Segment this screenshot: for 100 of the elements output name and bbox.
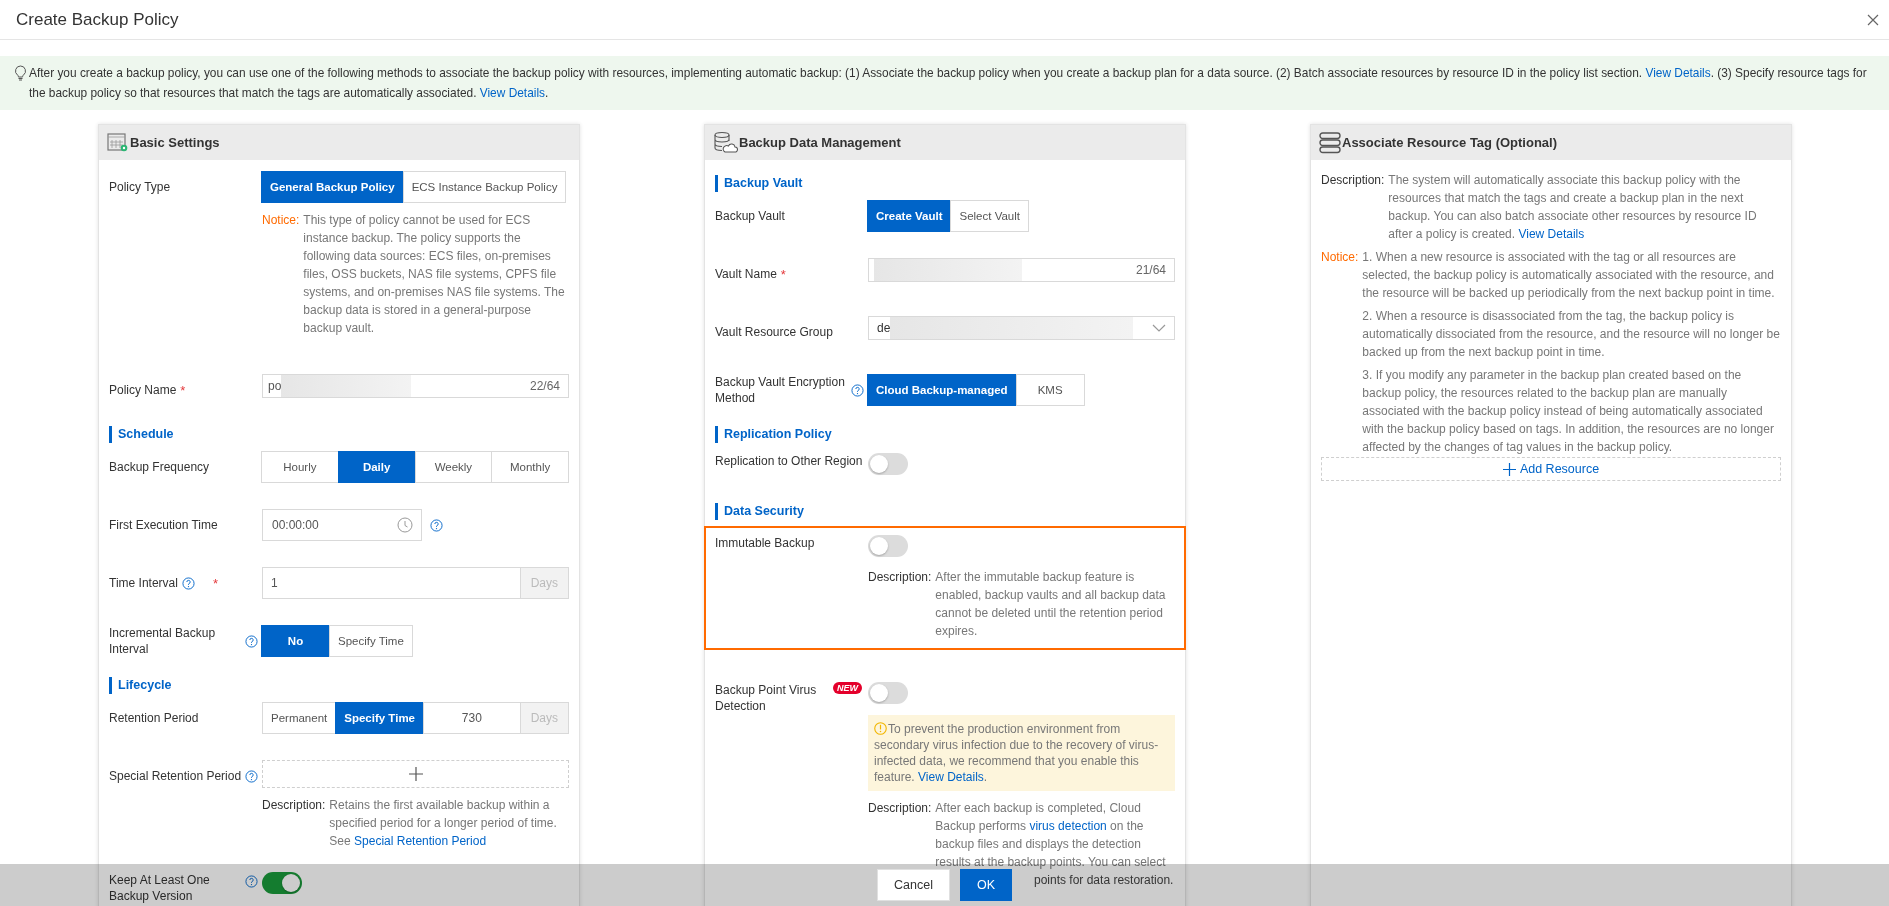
view-details-link[interactable]: virus detection bbox=[1029, 819, 1107, 833]
help-icon[interactable] bbox=[245, 769, 258, 783]
alert-text: To prevent the production environment from secondary virus infection due to the recovery of virus-infected data, we recommend that you enable this feature. View Details. bbox=[874, 721, 1160, 785]
segment-option[interactable]: General Backup Policy bbox=[261, 171, 404, 203]
card-title: Basic Settings bbox=[130, 135, 220, 150]
close-icon[interactable] bbox=[1867, 13, 1879, 26]
description-text: This type of policy cannot be used for ECS instance backup. The policy supports the following data sources: ECS files, on-premises files, OSS buckets, NAS file systems, CPFS file systems, and on-premises NAS file systems. The backup data is stored in a general-purpose backup vault. bbox=[303, 212, 566, 337]
section-heading: Replication Policy bbox=[715, 426, 1175, 443]
toggle-switch[interactable] bbox=[868, 535, 908, 557]
time-field[interactable]: 00:00:00 bbox=[262, 509, 422, 541]
dialog-title: Create Backup Policy bbox=[16, 9, 179, 30]
add-resource-button[interactable]: Add Resource bbox=[1321, 457, 1781, 481]
field-label: Replication to Other Region bbox=[715, 453, 863, 469]
toggle-switch[interactable] bbox=[262, 872, 302, 894]
section-heading: Backup Vault bbox=[715, 175, 1175, 192]
clock-icon bbox=[397, 517, 413, 533]
required-asterisk: * bbox=[780, 266, 786, 282]
character-counter: 21/64 bbox=[1135, 263, 1166, 277]
field-value: po bbox=[268, 379, 282, 393]
segment-option[interactable]: No bbox=[261, 625, 330, 657]
field-label: Vault Resource Group bbox=[715, 324, 833, 340]
segment-option[interactable]: ECS Instance Backup Policy bbox=[402, 171, 567, 203]
character-counter: 22/64 bbox=[529, 379, 560, 393]
toggle-switch[interactable] bbox=[868, 682, 908, 704]
field-label: Backup Point Virus Detection bbox=[715, 682, 818, 714]
number-field[interactable]: 1 bbox=[262, 567, 521, 599]
view-details-link[interactable]: View Details bbox=[479, 86, 545, 100]
help-icon[interactable] bbox=[181, 576, 195, 590]
field-label: Incremental Backup Interval bbox=[109, 625, 217, 657]
segment-option[interactable]: Monthly bbox=[491, 451, 569, 483]
description-text: After the immutable backup feature is enabled, backup vaults and all backup data cannot be deleted until the retention period expires. bbox=[935, 569, 1167, 640]
help-icon[interactable] bbox=[245, 634, 258, 648]
notice-label: Notice: bbox=[1321, 249, 1359, 266]
field-label: First Execution Time bbox=[109, 517, 218, 533]
help-icon[interactable] bbox=[245, 875, 258, 888]
field-label: Backup Frequency bbox=[109, 459, 210, 475]
text-field[interactable]: po 22/64 bbox=[262, 374, 569, 398]
segment-option[interactable]: Daily bbox=[337, 451, 416, 483]
segment-option[interactable]: Select Vault bbox=[950, 200, 1029, 232]
view-details-link[interactable]: Special Retention Period bbox=[354, 834, 487, 848]
description-text: After each backup is completed, Cloud Backup performs virus detection on the backup files and displays the detection results at the backup points. You can select bbox=[935, 800, 1167, 871]
segment-option[interactable]: Hourly bbox=[261, 451, 339, 483]
section-heading: Schedule bbox=[109, 426, 569, 443]
field-label: Backup Vault Encryption Method bbox=[715, 374, 846, 406]
segment-option[interactable]: KMS bbox=[1015, 374, 1085, 406]
section-heading: Lifecycle bbox=[109, 677, 569, 694]
notice-item: 3. If you modify any parameter in the backup plan created based on the backup policy, the resources related to the backup plan are manually associated with the backup policy instead of being automatically associated with the backup policy based on tags. In addition, the resources are no longer affected by the changes of tag values in the backup policy. bbox=[1362, 367, 1775, 456]
plus-icon bbox=[408, 767, 423, 781]
description-label: Description: bbox=[868, 569, 932, 586]
field-value: de bbox=[877, 321, 891, 335]
field-value: 00:00:00 bbox=[272, 518, 319, 532]
info-banner-text: After you create a backup policy, you can use one of the following methods to associate the backup policy with resources, implementing automatic backup: (1) Associate the backup policy when you create a backup plan for a data source. (2) Batch associate resources by resource ID in the policy list section. View Details. (3) Specify resource tags for the backup policy so that resources that match the tags are automatically associated. View Details. bbox=[29, 65, 1868, 102]
help-icon[interactable] bbox=[430, 518, 443, 532]
notice-item: 2. When a resource is disassociated from the tag, the backup policy is automatically dissociated from the resource, and the resource will no longer be backed up from the next backup point in time. bbox=[1362, 308, 1781, 361]
card-title: Associate Resource Tag (Optional) bbox=[1342, 135, 1558, 150]
grid-gear-icon bbox=[107, 132, 129, 153]
segment-option[interactable]: Cloud Backup-managed bbox=[867, 374, 1017, 406]
number-field[interactable]: 730 bbox=[423, 702, 521, 734]
field-label: Keep At Least One Backup Version bbox=[109, 872, 211, 904]
description-text: points for data restoration. bbox=[1034, 872, 1174, 889]
notice-label: Notice: bbox=[262, 212, 300, 229]
segment-option[interactable]: Weekly bbox=[414, 451, 493, 483]
field-label: Retention Period bbox=[109, 710, 199, 726]
plus-icon bbox=[1502, 462, 1516, 476]
field-label: Immutable Backup bbox=[715, 535, 815, 551]
description-label: Description: bbox=[868, 800, 932, 817]
cancel-button[interactable]: Cancel bbox=[877, 869, 950, 901]
field-label: Special Retention Period bbox=[109, 768, 242, 784]
server-stack-icon bbox=[1319, 131, 1341, 154]
text-field[interactable]: 21/64 bbox=[868, 258, 1175, 282]
chevron-down-icon bbox=[1152, 324, 1166, 332]
field-label: Backup Vault bbox=[715, 208, 785, 224]
segment-option[interactable]: Specify Time bbox=[329, 625, 413, 657]
segment-option[interactable]: Create Vault bbox=[867, 200, 952, 232]
segment-option[interactable]: Specify Time bbox=[335, 702, 424, 734]
add-button[interactable] bbox=[262, 760, 569, 788]
view-details-link[interactable]: View Details bbox=[1518, 227, 1585, 241]
section-heading: Data Security bbox=[715, 503, 1175, 520]
view-details-link[interactable]: View Details bbox=[918, 770, 984, 784]
field-label: Policy Name bbox=[109, 382, 177, 398]
view-details-link[interactable]: View Details bbox=[1645, 66, 1711, 80]
new-badge: NEW bbox=[833, 682, 862, 694]
description-text: Retains the first available backup within a specified period for a longer period of time. See Special Retention Period bbox=[329, 797, 558, 850]
help-icon[interactable] bbox=[851, 383, 864, 397]
required-asterisk: * bbox=[212, 575, 218, 591]
lightbulb-icon bbox=[14, 65, 27, 81]
ok-button[interactable]: OK bbox=[959, 869, 1012, 901]
field-label: Time Interval bbox=[109, 575, 178, 591]
field-label: Policy Type bbox=[109, 179, 171, 195]
dropdown-select[interactable]: de bbox=[868, 316, 1175, 340]
description-label: Description: bbox=[1321, 172, 1385, 189]
segment-option[interactable]: Permanent bbox=[262, 702, 337, 734]
card-title: Backup Data Management bbox=[739, 135, 901, 150]
field-label: Vault Name bbox=[715, 266, 777, 282]
database-cloud-icon bbox=[713, 130, 738, 155]
notice-item: 1. When a new resource is associated with the tag or all resources are selected, the backup policy is automatically associated with the resource, and the resource will be backed up periodically from the next backup point in time. bbox=[1362, 249, 1776, 302]
required-asterisk: * bbox=[180, 382, 186, 398]
description-label: Description: bbox=[262, 797, 326, 814]
description-text: The system will automatically associate this backup policy with the resources that match the tags and create a backup plan in the next backup. You can also batch associate other resources by resource ID after a policy is created. View Details bbox=[1388, 172, 1758, 243]
toggle-switch[interactable] bbox=[868, 453, 908, 475]
